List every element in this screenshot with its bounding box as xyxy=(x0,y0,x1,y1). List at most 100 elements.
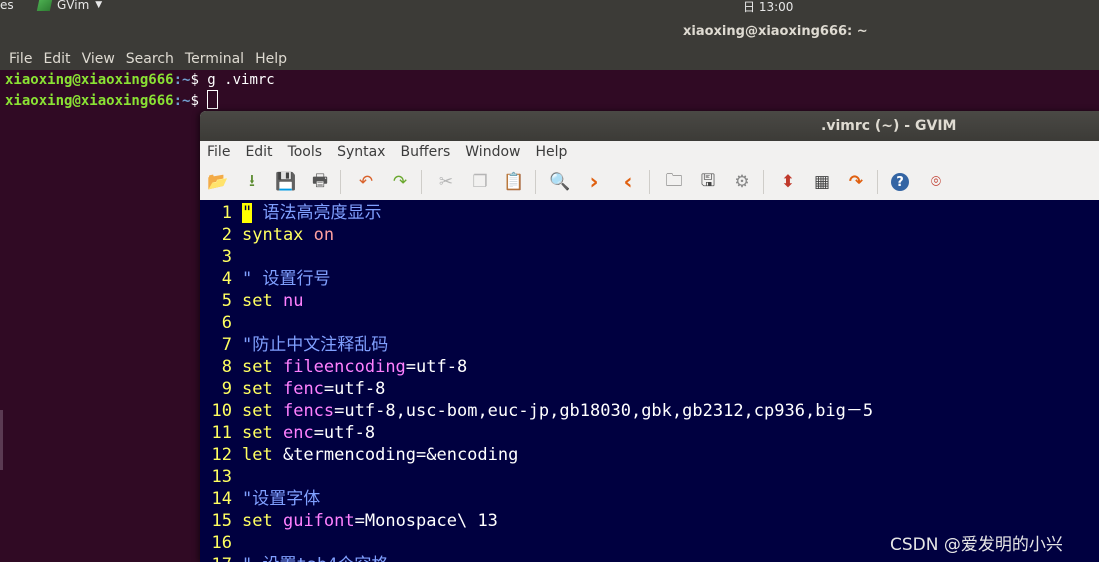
editor-line: 10 set fencs=utf-8,usc-bom,euc-jp,gb18030… xyxy=(200,400,1099,422)
line-code: set fileencoding=utf-8 xyxy=(242,356,467,378)
terminal-menu-terminal[interactable]: Terminal xyxy=(185,51,244,67)
line-code: " 设置行号 xyxy=(242,268,330,290)
editor-line: 5 set nu xyxy=(200,290,1099,312)
gvim-menu-help[interactable]: Help xyxy=(535,144,567,160)
terminal-window-title: xiaoxing@xiaoxing666: ~ xyxy=(683,24,868,39)
editor-line: 8 set fileencoding=utf-8 xyxy=(200,356,1099,378)
terminal-title-bar[interactable]: xiaoxing@xiaoxing666: ~ xyxy=(0,13,1099,48)
make-icon[interactable]: ⬍ xyxy=(777,171,799,193)
find-help-icon[interactable]: ⌾ xyxy=(925,171,947,193)
line-code: set guifont=Monospace\ 13 xyxy=(242,510,498,532)
line-number: 8 xyxy=(221,357,232,377)
line-number: 2 xyxy=(221,225,232,245)
line-number: 3 xyxy=(221,247,232,267)
prompt-user: xiaoxing@xiaoxing666 xyxy=(5,93,174,109)
text-cursor: " xyxy=(242,203,253,223)
redo-icon[interactable]: ↷ xyxy=(389,171,411,193)
window-edge xyxy=(0,410,3,470)
jump-tag-icon[interactable]: ↷ xyxy=(845,171,867,193)
line-code: set enc=utf-8 xyxy=(242,422,375,444)
prompt-path: :~ xyxy=(173,93,191,109)
terminal-menu-help[interactable]: Help xyxy=(255,51,287,67)
editor-line: 14 "设置字体 xyxy=(200,488,1099,510)
activities-button[interactable]: es xyxy=(0,0,14,12)
cut-icon[interactable]: ✂ xyxy=(435,171,457,193)
copy-icon[interactable]: ❐ xyxy=(469,171,491,193)
line-number: 14 xyxy=(211,489,232,509)
load-session-icon[interactable]: 🗀 xyxy=(663,171,685,193)
line-number: 9 xyxy=(221,379,232,399)
run-script-icon[interactable]: ⚙ xyxy=(731,171,753,193)
code-token: 语法高亮度显示 xyxy=(252,203,382,223)
prompt-path: :~ xyxy=(173,72,191,88)
save-icon[interactable]: 💾 xyxy=(275,171,297,193)
prompt-symbol: $ xyxy=(190,93,208,109)
clock[interactable]: 日 13:00 xyxy=(743,0,793,13)
code-token: set xyxy=(242,357,273,377)
gvim-menu-window[interactable]: Window xyxy=(465,144,520,160)
terminal-menu-bar: File Edit View Search Terminal Help xyxy=(0,48,1099,70)
save-session-icon[interactable]: 🖫 xyxy=(697,171,719,193)
code-token: set xyxy=(242,401,273,421)
line-number: 12 xyxy=(211,445,232,465)
code-token: set xyxy=(242,511,273,531)
toolbar-separator xyxy=(649,170,650,194)
toolbar-separator xyxy=(535,170,536,194)
code-token: =utf-8,usc-bom,euc-jp,gb18030,gbk,gb2312… xyxy=(334,401,874,421)
open-icon[interactable]: 📂 xyxy=(207,171,229,193)
line-code: syntax on xyxy=(242,224,334,246)
chevron-down-icon: ▼ xyxy=(95,0,103,10)
undo-icon[interactable]: ↶ xyxy=(355,171,377,193)
save-download-icon[interactable]: ⭳ xyxy=(241,171,263,193)
line-number: 15 xyxy=(211,511,232,531)
code-token: "设置字体 xyxy=(242,489,321,509)
editor-line: 6 xyxy=(200,312,1099,334)
gvim-menu-buffers[interactable]: Buffers xyxy=(400,144,450,160)
gvim-title-bar[interactable]: .vimrc (~) - GVIM xyxy=(200,111,1099,141)
code-token: "防止中文注释乱码 xyxy=(242,335,389,355)
terminal-line: xiaoxing@xiaoxing666:~$ g .vimrc xyxy=(5,72,275,88)
line-code: "防止中文注释乱码 xyxy=(242,334,388,356)
code-token: fileencoding xyxy=(282,357,406,377)
editor-line: 13 xyxy=(200,466,1099,488)
line-number: 16 xyxy=(211,533,232,553)
code-token: on xyxy=(313,225,335,245)
code-token: syntax xyxy=(242,225,304,245)
code-token: set xyxy=(242,423,273,443)
editor-line: 7 "防止中文注释乱码 xyxy=(200,334,1099,356)
gvim-menu-bar: File Edit Tools Syntax Buffers Window He… xyxy=(200,141,1099,163)
app-menu[interactable]: GVim ▼ xyxy=(36,0,103,12)
toolbar-separator xyxy=(877,170,878,194)
terminal-menu-file[interactable]: File xyxy=(9,51,32,67)
gvim-app-icon xyxy=(36,0,53,11)
code-token: &termencoding=&encoding xyxy=(272,445,519,465)
line-code: "设置字体 xyxy=(242,488,320,510)
find-next-icon[interactable]: › xyxy=(583,170,605,195)
find-previous-icon[interactable]: ‹ xyxy=(617,170,639,195)
terminal-menu-search[interactable]: Search xyxy=(126,51,174,67)
toolbar-separator xyxy=(763,170,764,194)
code-token: " 设置行号 xyxy=(242,269,331,289)
editor-area[interactable]: 1 " 语法高亮度显示 2 syntax on 3 4 " 设置行号 5 set nu 6 7 "防止… xyxy=(200,200,1099,562)
terminal-menu-edit[interactable]: Edit xyxy=(43,51,70,67)
paste-icon[interactable]: 📋 xyxy=(503,171,525,193)
code-token: let xyxy=(242,445,273,465)
terminal-menu-view[interactable]: View xyxy=(82,51,115,67)
gvim-menu-tools[interactable]: Tools xyxy=(288,144,323,160)
gvim-menu-syntax[interactable]: Syntax xyxy=(337,144,385,160)
find-replace-icon[interactable]: 🔍 xyxy=(549,171,571,193)
watermark: CSDN @爱发明的小兴 xyxy=(890,535,1063,555)
print-icon[interactable]: 🖶 xyxy=(309,171,331,193)
editor-line: 4 " 设置行号 xyxy=(200,268,1099,290)
prompt-symbol: $ xyxy=(190,72,208,88)
shell-icon[interactable]: ▦ xyxy=(811,171,833,193)
editor-line: 1 " 语法高亮度显示 xyxy=(200,202,1099,224)
gvim-menu-edit[interactable]: Edit xyxy=(245,144,272,160)
gvim-menu-file[interactable]: File xyxy=(207,144,230,160)
terminal-cursor xyxy=(207,90,219,109)
help-icon[interactable]: ? xyxy=(891,173,909,191)
top-panel: es GVim ▼ 日 13:00 xyxy=(0,0,1099,13)
